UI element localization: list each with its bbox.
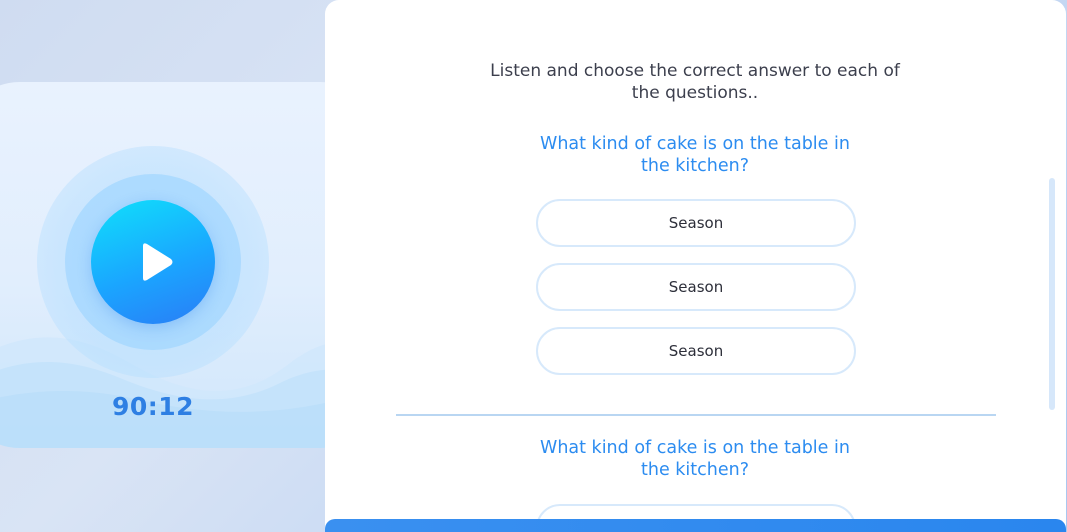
answer-option-1[interactable]: Season — [536, 199, 856, 247]
answer-option-3[interactable]: Season — [536, 327, 856, 375]
question-2-line-1: What kind of cake is on the table in — [540, 438, 850, 458]
question-2: What kind of cake is on the table in the… — [495, 437, 895, 481]
question-1-line-1: What kind of cake is on the table in — [540, 134, 850, 154]
question-1: What kind of cake is on the table in the… — [495, 133, 895, 177]
quiz-panel: Listen and choose the correct answer to … — [325, 0, 1066, 532]
instructions-line-1: Listen and choose the correct answer to … — [490, 61, 900, 81]
bottom-accent-bar — [325, 519, 1066, 532]
play-icon — [139, 242, 175, 286]
play-button[interactable] — [91, 200, 215, 324]
question-1-line-2: the kitchen? — [641, 156, 749, 176]
audio-timer: 90:12 — [111, 392, 195, 421]
instructions-text: Listen and choose the correct answer to … — [445, 60, 945, 104]
instructions-line-2: the questions.. — [631, 83, 759, 103]
question-2-line-2: the kitchen? — [641, 460, 749, 480]
question-divider — [396, 414, 996, 416]
answer-option-2[interactable]: Season — [536, 263, 856, 311]
scrollbar[interactable] — [1049, 178, 1055, 410]
